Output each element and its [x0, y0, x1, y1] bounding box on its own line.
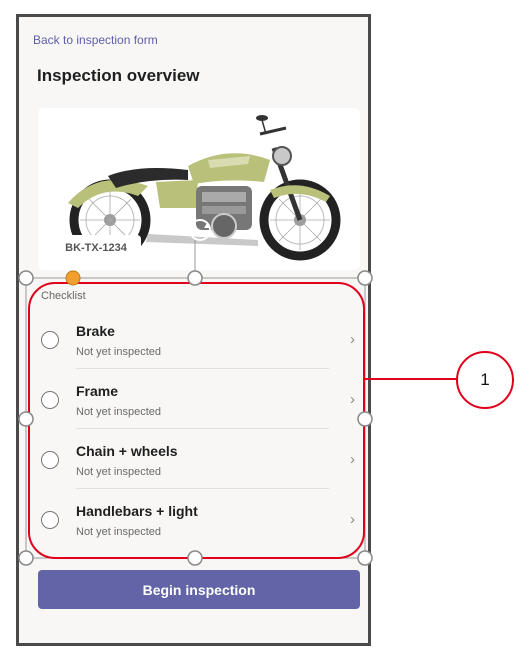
- handle-bottom-center: [187, 550, 203, 566]
- rotation-handle: [65, 270, 81, 286]
- handle-middle-right: [357, 411, 373, 427]
- rotate-icon: [189, 219, 211, 241]
- handle-bottom-right: [357, 550, 373, 566]
- handle-top-right: [357, 270, 373, 286]
- selection-overlay: [18, 219, 514, 566]
- callout-number: 1: [480, 370, 490, 389]
- highlight-outline: [28, 282, 365, 559]
- resize-handles: [18, 270, 373, 566]
- selection-box: [25, 277, 366, 559]
- handle-bottom-left: [18, 550, 34, 566]
- handle-middle-left: [18, 411, 34, 427]
- handle-top-center: [187, 270, 203, 286]
- handle-top-left: [18, 270, 34, 286]
